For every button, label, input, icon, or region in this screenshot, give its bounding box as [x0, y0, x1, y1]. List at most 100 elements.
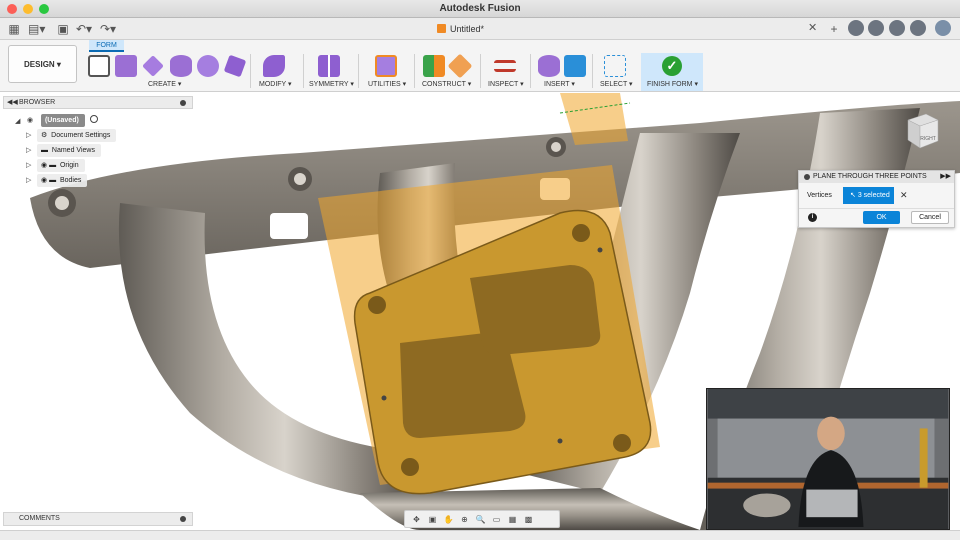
comments-title: COMMENTS [19, 515, 60, 522]
look-at-icon[interactable]: ▣ [427, 514, 438, 525]
modify-menu[interactable]: MODIFY ▾ [259, 80, 292, 88]
comments-options-icon[interactable] [180, 516, 186, 522]
create-sketch-icon[interactable] [88, 55, 110, 77]
visibility-eye-icon[interactable]: ◉ [41, 177, 49, 184]
finish-form-label: FINISH FORM [647, 81, 693, 88]
pan-icon[interactable]: ✋ [443, 514, 454, 525]
save-icon[interactable]: ▣ [55, 21, 71, 37]
dialog-options-icon[interactable] [804, 174, 810, 180]
expand-caret-icon[interactable]: ▷ [26, 161, 31, 169]
divider [303, 54, 304, 88]
browser-item-bodies[interactable]: ◉ ▬ Bodies [37, 174, 88, 187]
construct-menu[interactable]: CONSTRUCT ▾ [422, 80, 471, 88]
plane-icon[interactable] [142, 55, 164, 77]
fit-icon[interactable]: 🔍 [475, 514, 486, 525]
clear-selection-icon[interactable]: ✕ [900, 190, 908, 201]
expand-caret-icon[interactable]: ◢ [15, 117, 20, 125]
redo-icon[interactable]: ↷▾ [100, 21, 116, 37]
viewports-icon[interactable]: ▩ [523, 514, 534, 525]
app-grid-icon[interactable]: ▦ [6, 21, 22, 37]
stud-hole [613, 434, 631, 452]
title-bar: Autodesk Fusion [0, 0, 960, 18]
canvas-icon[interactable] [564, 55, 586, 77]
finish-form-menu[interactable]: FINISH FORM ▾ [647, 80, 698, 88]
inspect-menu[interactable]: INSPECT ▾ [488, 80, 524, 88]
document-tab[interactable]: Untitled* [437, 21, 484, 37]
comments-panel-header[interactable]: COMMENTS [3, 512, 193, 526]
browser-item-label: Named Views [51, 147, 95, 154]
browser-item-document-settings[interactable]: ⚙ Document Settings [37, 129, 117, 142]
offset-plane-icon[interactable] [423, 55, 445, 77]
display-settings-icon[interactable]: ▭ [491, 514, 502, 525]
construct-label: CONSTRUCT [422, 81, 466, 88]
zoom-icon[interactable]: ⊕ [459, 514, 470, 525]
document-cube-icon [437, 24, 446, 33]
mirror-icon[interactable] [318, 55, 340, 77]
orbit-icon[interactable]: ✥ [411, 514, 422, 525]
cylinder-icon[interactable] [170, 55, 192, 77]
tab-form[interactable]: FORM [89, 40, 124, 52]
insert-mesh-icon[interactable] [538, 55, 560, 77]
browser-item-origin[interactable]: ◉ ▬ Origin [37, 159, 85, 172]
user-avatar[interactable] [935, 20, 951, 36]
collapse-browser-icon[interactable]: ◀◀ [7, 97, 18, 108]
info-icon[interactable]: i [808, 213, 817, 222]
expand-caret-icon[interactable]: ▷ [26, 176, 31, 184]
utilities-icon[interactable] [375, 55, 397, 77]
select-icon[interactable] [604, 55, 626, 77]
create-menu[interactable]: CREATE ▾ [148, 80, 181, 88]
workspace-switcher[interactable]: DESIGN ▾ [8, 45, 77, 83]
file-menu-icon[interactable]: ▤▾ [28, 21, 45, 37]
bolt-hole [551, 142, 561, 152]
notifications-icon[interactable] [889, 20, 905, 36]
grid-settings-icon[interactable]: ▦ [507, 514, 518, 525]
extensions-icon[interactable] [848, 20, 864, 36]
expand-dialog-icon[interactable]: ▶▶ [940, 171, 951, 183]
browser-item-label: Origin [59, 162, 79, 169]
visibility-eye-icon[interactable]: ◉ [27, 114, 39, 127]
plane-through-three-points-dialog: PLANE THROUGH THREE POINTS ▶▶ Vertices ↖… [798, 170, 955, 228]
dialog-header[interactable]: PLANE THROUGH THREE POINTS ▶▶ [799, 171, 954, 183]
stud-hole [572, 224, 590, 242]
active-component-radio[interactable] [89, 115, 98, 123]
port-opening-2 [470, 265, 601, 355]
new-tab-icon[interactable]: + [826, 21, 842, 37]
expand-caret-icon[interactable]: ▷ [26, 131, 31, 139]
face-icon[interactable] [223, 54, 247, 78]
selected-vertex[interactable] [557, 438, 563, 444]
help-icon[interactable] [910, 20, 926, 36]
ok-button[interactable]: OK [863, 211, 900, 224]
cancel-button[interactable]: Cancel [911, 211, 949, 224]
vertices-selection-button[interactable]: ↖ 3 selected [843, 187, 894, 204]
stud-hole [368, 296, 386, 314]
insert-menu[interactable]: INSERT ▾ [544, 80, 575, 88]
browser-root-node[interactable]: ◉ (Unsaved) [27, 114, 98, 127]
status-bar [0, 530, 960, 540]
symmetry-menu[interactable]: SYMMETRY ▾ [309, 80, 354, 88]
viewcube[interactable]: RIGHT [904, 110, 940, 150]
measure-icon[interactable] [494, 60, 516, 72]
select-menu[interactable]: SELECT ▾ [600, 80, 633, 88]
selection-count: 3 selected [857, 192, 890, 199]
browser-options-icon[interactable] [180, 100, 186, 106]
box-icon[interactable] [115, 55, 137, 77]
expand-caret-icon[interactable]: ▷ [26, 146, 31, 154]
folder-icon: ▬ [41, 147, 52, 154]
browser-panel-header[interactable]: ◀◀ BROWSER [3, 96, 193, 109]
divider [799, 208, 954, 209]
close-tab-icon[interactable]: ✕ [808, 21, 817, 34]
plane-at-angle-icon[interactable] [447, 53, 473, 79]
visibility-eye-icon[interactable]: ◉ [41, 162, 49, 169]
undo-icon[interactable]: ↶▾ [76, 21, 92, 37]
root-component-label: (Unsaved) [40, 114, 85, 127]
selected-vertex[interactable] [597, 247, 603, 253]
sphere-icon[interactable] [197, 55, 219, 77]
job-status-icon[interactable] [868, 20, 884, 36]
browser-item-label: Document Settings [51, 132, 111, 139]
browser-item-named-views[interactable]: ▬ Named Views [37, 144, 101, 157]
divider [358, 54, 359, 88]
edit-form-icon[interactable] [263, 55, 285, 77]
selected-vertex[interactable] [381, 395, 387, 401]
utilities-menu[interactable]: UTILITIES ▾ [368, 80, 406, 88]
create-label: CREATE [148, 81, 176, 88]
